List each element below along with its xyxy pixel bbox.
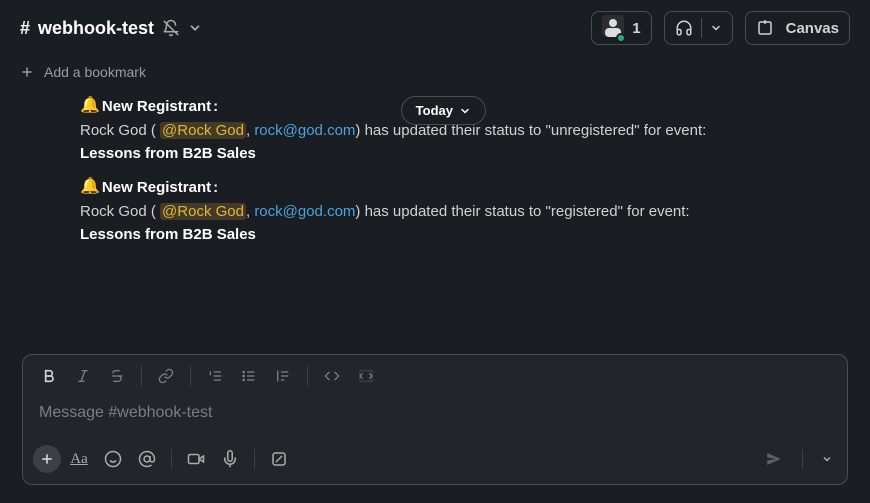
event-name: Lessons from B2B Sales xyxy=(80,223,850,246)
formatting-toolbar xyxy=(23,355,847,398)
date-divider-button[interactable]: Today xyxy=(401,96,486,125)
chevron-down-icon xyxy=(188,21,202,35)
chevron-down-icon[interactable] xyxy=(710,22,722,34)
canvas-label: Canvas xyxy=(786,20,839,37)
colon: : xyxy=(213,95,218,118)
text: ( xyxy=(147,122,160,139)
text: ( xyxy=(147,203,160,220)
member-count: 1 xyxy=(632,20,640,37)
colon: : xyxy=(213,176,218,199)
video-button[interactable] xyxy=(180,444,212,474)
message-composer: Message #webhook-test Aa xyxy=(22,354,848,485)
audio-button[interactable] xyxy=(214,444,246,474)
channel-title-button[interactable]: # webhook-test xyxy=(20,18,202,39)
headphones-icon xyxy=(675,19,693,37)
bold-button[interactable] xyxy=(33,361,65,391)
emoji-button[interactable] xyxy=(97,444,129,474)
bell-icon: 🔔 xyxy=(80,175,100,200)
message: 🔔 New Registrant: Rock God ( @Rock God, … xyxy=(80,175,850,246)
send-button[interactable] xyxy=(760,445,788,473)
divider xyxy=(701,18,702,38)
add-bookmark-button[interactable]: Add a bookmark xyxy=(44,64,146,80)
user-mention[interactable]: @Rock God xyxy=(160,122,246,139)
members-button[interactable]: 1 xyxy=(591,11,651,45)
presence-indicator xyxy=(616,33,626,43)
mention-button[interactable] xyxy=(131,444,163,474)
huddle-button[interactable] xyxy=(664,11,733,45)
code-button[interactable] xyxy=(316,361,348,391)
channel-header: # webhook-test 1 xyxy=(0,0,870,56)
divider xyxy=(190,366,191,386)
canvas-icon xyxy=(756,19,778,37)
bell-icon: 🔔 xyxy=(80,94,100,119)
send-options-button[interactable] xyxy=(817,444,837,474)
format-toggle-button[interactable]: Aa xyxy=(63,444,95,474)
code-block-button[interactable] xyxy=(350,361,382,391)
divider xyxy=(171,449,172,469)
message-list: Today 🔔 New Registrant: Rock God ( @Rock… xyxy=(0,94,870,247)
ordered-list-button[interactable] xyxy=(199,361,231,391)
message-input[interactable]: Message #webhook-test xyxy=(23,398,847,438)
person-name: Rock God xyxy=(80,203,147,220)
canvas-button[interactable]: Canvas xyxy=(745,11,850,45)
event-name: Lessons from B2B Sales xyxy=(80,142,850,165)
email-link[interactable]: rock@god.com xyxy=(254,203,355,220)
date-label: Today xyxy=(416,103,453,118)
divider xyxy=(307,366,308,386)
chevron-down-icon xyxy=(459,105,471,117)
blockquote-button[interactable] xyxy=(267,361,299,391)
divider xyxy=(802,449,803,469)
channel-name: webhook-test xyxy=(38,18,154,39)
bullet-list-button[interactable] xyxy=(233,361,265,391)
text: ) has updated their status to "unregiste… xyxy=(355,122,706,139)
text: ) has updated their status to "registere… xyxy=(355,203,689,220)
person-name: Rock God xyxy=(80,122,147,139)
user-mention[interactable]: @Rock God xyxy=(160,203,246,220)
strikethrough-button[interactable] xyxy=(101,361,133,391)
message-headline: New Registrant xyxy=(102,95,211,118)
bookmark-bar: Add a bookmark xyxy=(0,56,870,94)
italic-button[interactable] xyxy=(67,361,99,391)
hash-icon: # xyxy=(20,18,30,39)
link-button[interactable] xyxy=(150,361,182,391)
plus-icon xyxy=(20,65,34,79)
message-headline: New Registrant xyxy=(102,176,211,199)
bell-off-icon xyxy=(162,19,180,37)
email-link[interactable]: rock@god.com xyxy=(254,122,355,139)
divider xyxy=(141,366,142,386)
divider xyxy=(254,449,255,469)
attach-button[interactable] xyxy=(33,445,61,473)
composer-actions: Aa xyxy=(23,438,847,484)
header-actions: 1 Canvas xyxy=(591,11,850,45)
shortcuts-button[interactable] xyxy=(263,444,295,474)
